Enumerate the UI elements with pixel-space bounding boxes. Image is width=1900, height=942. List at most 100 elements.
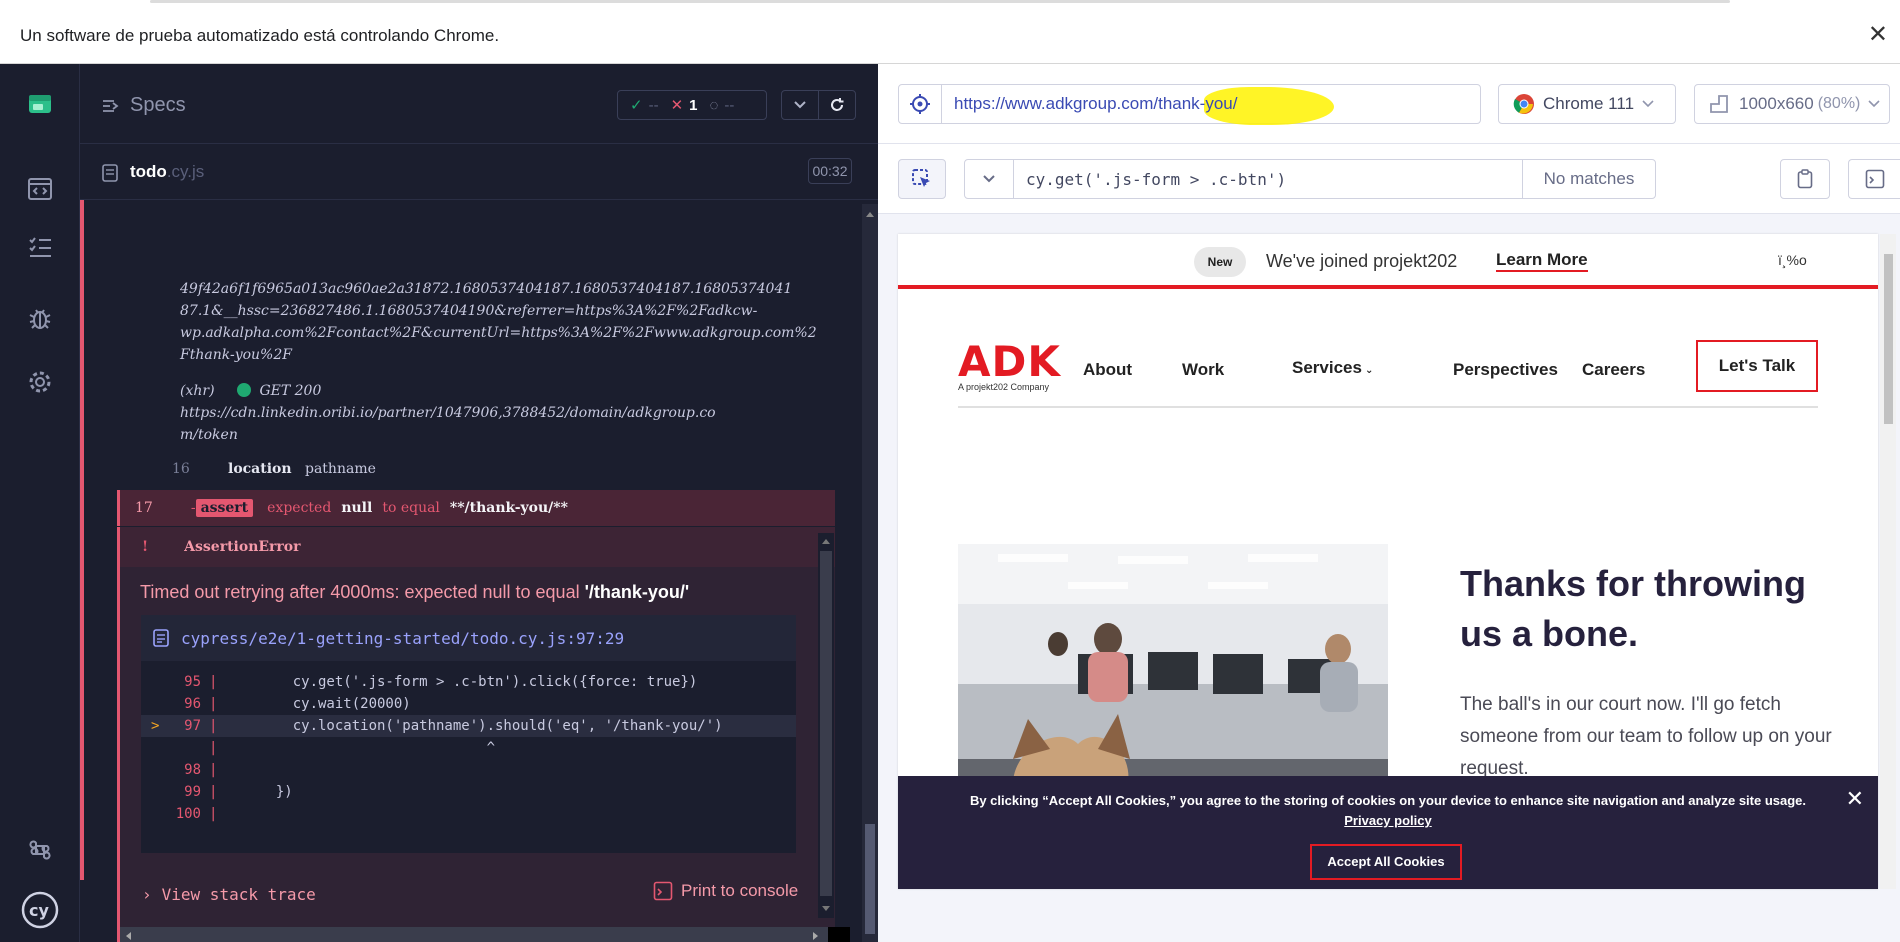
command-assert-failed[interactable]: 17 - assert expected null to equal **/th… [117, 490, 835, 526]
print-console-label: Print to console [681, 881, 799, 900]
selector-playground-target-button[interactable] [898, 84, 942, 124]
command-number: 17 [135, 500, 153, 516]
nav-services[interactable]: Services ⌄ [1292, 358, 1373, 378]
dropdown-caret-icon: ⌄ [1364, 365, 1374, 376]
cypress-project-icon[interactable] [24, 88, 56, 120]
scrollbar-thumb[interactable] [1884, 254, 1893, 424]
site-nav: ADK A projekt202 Company About Work Serv… [958, 334, 1818, 408]
browser-name: Chrome 111 [1543, 94, 1635, 113]
aut-scrollbar[interactable] [1880, 234, 1896, 889]
copy-selector-button[interactable] [1780, 159, 1830, 199]
cookie-close-icon[interactable]: ✕ [1846, 786, 1864, 812]
view-stack-trace[interactable]: › View stack trace [142, 885, 316, 904]
runs-nav-icon[interactable] [24, 232, 56, 264]
console-icon [653, 881, 673, 901]
rerun-button[interactable] [818, 90, 856, 120]
keyboard-shortcuts-icon[interactable] [24, 834, 56, 866]
new-badge: New [1194, 247, 1246, 277]
url-field[interactable]: https://www.adkgroup.com/thank-you/ [941, 84, 1481, 125]
collapse-chevron-button[interactable] [781, 90, 819, 120]
app-preview-area: https://www.adkgroup.com/thank-you/ Chro… [878, 64, 1900, 942]
error-horizontal-scrollbar[interactable] [120, 927, 850, 942]
spec-file-icon [102, 164, 118, 182]
learn-more-link[interactable]: Learn More [1496, 250, 1588, 272]
assert-word: to equal [382, 500, 440, 516]
spec-name: todo.cy.js [130, 162, 204, 182]
reload-icon [831, 98, 844, 111]
selector-text: cy.get('.js-form > .c-btn') [1026, 169, 1287, 189]
reporter-scrollbar[interactable] [862, 204, 878, 942]
nav-about[interactable]: About [1083, 360, 1132, 380]
gutter-bar: | [209, 674, 218, 690]
tab-strip-bar [150, 0, 1730, 3]
scroll-down-icon [822, 906, 830, 911]
print-selector-button[interactable] [1848, 159, 1900, 199]
hero-title: Thanks for throwing us a bone. [1460, 563, 1806, 654]
line-number: 96 [184, 696, 201, 712]
error-message: Timed out retrying after 4000ms: expecte… [140, 582, 689, 603]
failed-count: 1 [689, 96, 698, 114]
code-line: 99 | }) [141, 781, 796, 803]
failed-test-indicator [80, 200, 84, 880]
nav-careers[interactable]: Careers [1582, 360, 1645, 380]
viewport-size: 1000x660 [1739, 94, 1814, 113]
error-expected-value: '/thank-you/' [584, 582, 690, 602]
passed-check-icon: ✓ [630, 97, 643, 114]
nav-work[interactable]: Work [1182, 360, 1224, 380]
scrollbar-corner [828, 927, 850, 942]
settings-gear-icon[interactable] [24, 366, 56, 398]
assert-badge: assert [195, 499, 254, 517]
specs-label: Specs [130, 94, 186, 116]
cypress-sidebar: cy [0, 64, 80, 942]
code-frame-header[interactable]: cypress/e2e/1-getting-started/todo.cy.js… [141, 615, 796, 661]
viewport-selector[interactable]: 1000x660 (80%) [1694, 84, 1890, 124]
nav-perspectives[interactable]: Perspectives [1453, 360, 1558, 380]
command-location[interactable]: 16 location pathname [120, 455, 835, 485]
adk-logo[interactable]: ADK A projekt202 Company [958, 340, 1061, 393]
file-icon [153, 629, 169, 647]
selector-input[interactable]: cy.get('.js-form > .c-btn') [1013, 159, 1523, 199]
infobar-close-icon[interactable]: ✕ [1868, 22, 1888, 48]
browser-selector[interactable]: Chrome 111 [1498, 84, 1676, 124]
command-arg: pathname [305, 461, 376, 477]
crosshair-icon [910, 94, 930, 114]
error-vertical-scrollbar[interactable] [818, 533, 834, 918]
scroll-right-icon [813, 932, 818, 940]
element-picker-button[interactable] [898, 159, 946, 199]
xhr-log[interactable]: (xhr) GET 200 https://cdn.linkedin.oribi… [180, 380, 716, 446]
error-title: ! AssertionError [120, 527, 835, 567]
selector-match-count: No matches [1522, 159, 1656, 199]
gutter-bar: | [209, 718, 218, 734]
spec-extension: .cy.js [166, 162, 205, 181]
xhr-url-line: m/token [180, 427, 238, 443]
code-line: 100 | [141, 803, 796, 825]
chevron-down-icon [1868, 100, 1880, 108]
selector-method-dropdown[interactable] [964, 159, 1014, 199]
assert-word: expected [267, 500, 332, 516]
application-under-test: New We've joined projekt202 Learn More ï… [898, 234, 1878, 889]
scroll-up-icon [866, 212, 874, 217]
specs-toggle[interactable]: Specs [102, 94, 186, 117]
current-line-marker: > [151, 718, 160, 734]
chevron-down-icon [983, 175, 995, 183]
print-to-console-button[interactable]: Print to console [653, 881, 798, 901]
specs-nav-icon[interactable] [24, 173, 56, 205]
debug-bug-icon[interactable] [24, 302, 56, 334]
accept-all-cookies-button[interactable]: Accept All Cookies [1310, 844, 1462, 880]
error-panel: ! AssertionError Timed out retrying afte… [117, 527, 835, 942]
error-bang-icon: ! [142, 539, 149, 555]
code-frame: cypress/e2e/1-getting-started/todo.cy.js… [141, 615, 796, 853]
chevron-right-icon: › [142, 885, 152, 904]
code-line: 95 | cy.get('.js-form > .c-btn').click({f… [141, 671, 796, 693]
svg-text:cy: cy [29, 901, 49, 920]
cookie-banner: By clicking “Accept All Cookies,” you ag… [898, 776, 1878, 889]
lets-talk-button[interactable]: Let's Talk [1696, 340, 1818, 392]
scrollbar-thumb[interactable] [865, 824, 875, 934]
code-frame-path[interactable]: cypress/e2e/1-getting-started/todo.cy.js… [181, 629, 624, 648]
scrollbar-thumb[interactable] [820, 551, 832, 896]
browser-top-strip [0, 0, 1900, 8]
code-text: cy.location('pathname').should('eq', '/t… [259, 718, 723, 734]
privacy-policy-link[interactable]: Privacy policy [1344, 813, 1431, 828]
cypress-logo-icon[interactable]: cy [20, 890, 60, 930]
scroll-up-icon [822, 539, 830, 544]
